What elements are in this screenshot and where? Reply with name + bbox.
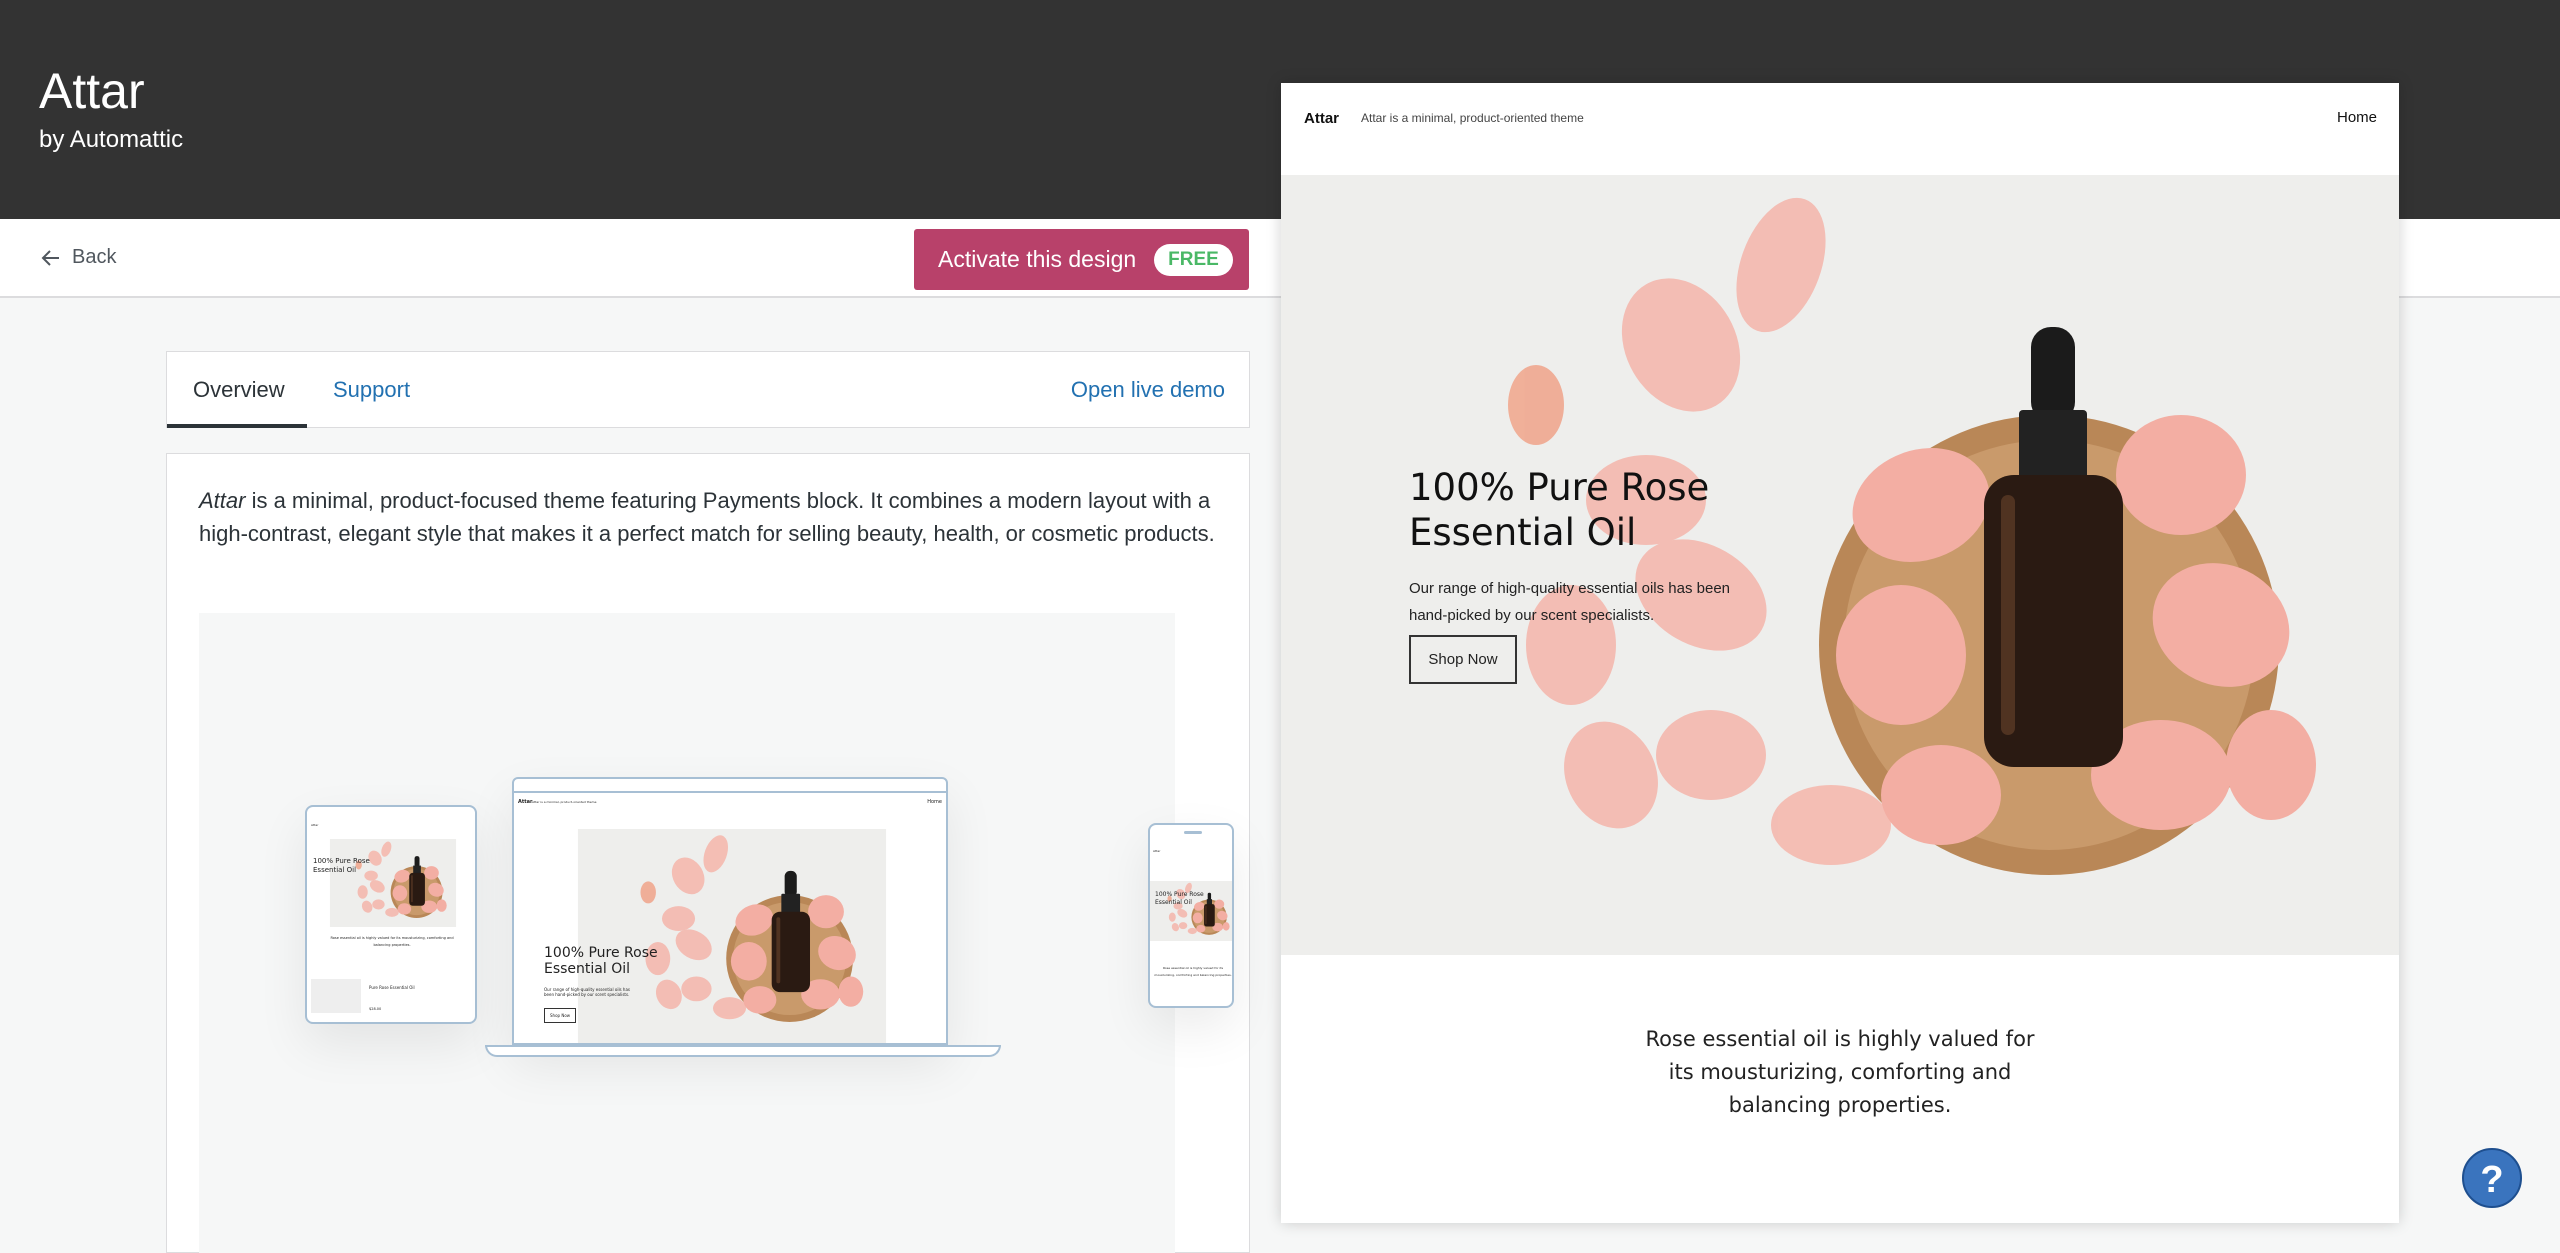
activate-design-button[interactable]: Activate this design FREE (914, 229, 1249, 290)
laptop-base (485, 1045, 1001, 1057)
hero-image (1281, 175, 2399, 955)
overview-panel: Attar is a minimal, product-focused them… (166, 453, 1250, 1253)
theme-preview: Attar Attar is a minimal, product-orient… (1281, 83, 2399, 1223)
theme-tabs: Overview Support Open live demo (166, 351, 1250, 428)
theme-author: by Automattic (39, 126, 184, 153)
hero-image (1150, 881, 1232, 941)
hero-heading: 100% Pure Rose Essential Oil (1409, 466, 1710, 554)
preview-site-header: Attar Attar is a minimal, product-orient… (1281, 83, 2399, 175)
preview-body-text: Rose essential oil is highly valued for … (1645, 1027, 2035, 1117)
preview-nav-home[interactable]: Home (2337, 109, 2377, 126)
laptop-mockup: Attar Attar is a minimal, product-orient… (512, 777, 948, 1045)
shop-now-button[interactable]: Shop Now (1409, 635, 1517, 684)
preview-tagline: Attar is a minimal, product-oriented the… (1361, 111, 1584, 125)
arrow-left-icon (41, 249, 59, 266)
hero-image (577, 829, 887, 1043)
hero-text: Our range of high-quality essential oils… (1409, 580, 1731, 624)
price-badge: FREE (1154, 243, 1233, 276)
tablet-mockup: Attar 100% Pure Rose Essential Oil Rose … (305, 805, 477, 1024)
phone-mockup: Attar 100% Pure Rose Essential Oil Rose … (1148, 823, 1234, 1008)
open-live-demo-link[interactable]: Open live demo (1071, 352, 1225, 427)
help-button[interactable]: ? (2462, 1148, 2522, 1208)
active-tab-indicator (167, 424, 307, 428)
tab-overview[interactable]: Overview (193, 352, 285, 427)
preview-hero: 100% Pure Rose Essential Oil Our range o… (1281, 175, 2399, 955)
tab-support[interactable]: Support (333, 352, 410, 427)
theme-title: Attar (39, 63, 145, 119)
preview-site-title: Attar (1304, 110, 1340, 127)
back-button[interactable]: Back (40, 246, 116, 269)
device-mockup-image: Attar 100% Pure Rose Essential Oil Rose … (199, 613, 1234, 1253)
activate-label: Activate this design (938, 246, 1137, 272)
back-label: Back (72, 246, 117, 268)
theme-description: Attar is a minimal, product-focused them… (199, 488, 1215, 546)
hero-image (329, 839, 457, 927)
